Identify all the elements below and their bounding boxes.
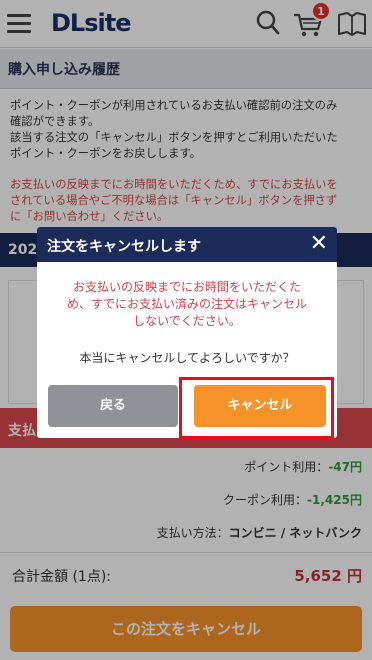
dialog-header: 注文をキャンセルします ✕ bbox=[37, 227, 337, 262]
back-button[interactable]: 戻る bbox=[48, 385, 178, 427]
dialog-warning: お支払いの反映までにお時間をいただくた め、すでにお支払い済みの注文はキャンセル… bbox=[66, 280, 308, 328]
dialog-confirm-text: 本当にキャンセルしてよろしいですか？ bbox=[79, 351, 295, 365]
dialog-title: 注文をキャンセルします bbox=[47, 239, 201, 255]
close-icon[interactable]: ✕ bbox=[310, 231, 328, 257]
highlight-annotation bbox=[179, 377, 334, 439]
